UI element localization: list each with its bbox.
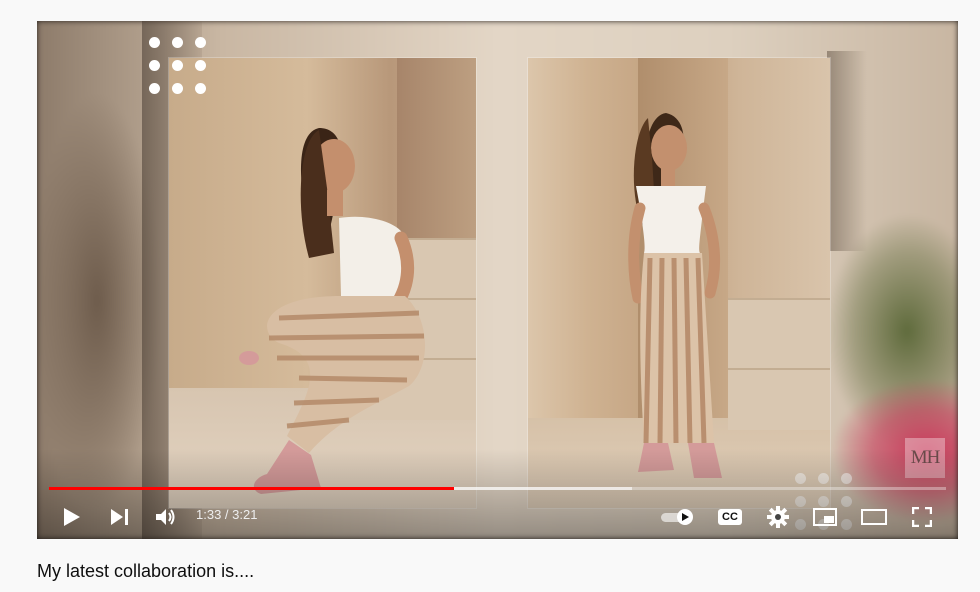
fullscreen-icon xyxy=(912,507,932,527)
play-icon xyxy=(64,508,80,526)
next-button[interactable] xyxy=(105,499,135,535)
time-separator: / xyxy=(221,507,233,522)
volume-icon xyxy=(156,509,175,525)
miniplayer-icon xyxy=(813,508,837,526)
autoplay-toggle-icon xyxy=(661,509,693,525)
next-icon xyxy=(111,509,128,525)
captions-icon: CC xyxy=(718,509,742,525)
dot xyxy=(195,83,206,94)
time-display: 1:33 / 3:21 xyxy=(196,507,257,522)
dot xyxy=(172,37,183,48)
dot xyxy=(149,83,160,94)
photo-standing-woman xyxy=(528,58,830,508)
dot xyxy=(172,60,183,71)
captions-button[interactable]: CC xyxy=(716,499,744,535)
video-player[interactable]: MH 1:33 / 3:21 CC xyxy=(37,21,958,539)
autoplay-toggle[interactable] xyxy=(660,499,698,535)
volume-button[interactable] xyxy=(151,499,181,535)
fullscreen-button[interactable] xyxy=(907,499,937,535)
theater-mode-icon xyxy=(861,509,887,525)
settings-button[interactable] xyxy=(765,499,791,535)
theater-mode-button[interactable] xyxy=(859,499,889,535)
progress-played xyxy=(49,487,455,490)
play-button[interactable] xyxy=(57,499,87,535)
photo-seated-woman xyxy=(169,58,476,508)
dot xyxy=(149,60,160,71)
dot xyxy=(172,83,183,94)
gear-icon xyxy=(767,506,789,528)
duration: 3:21 xyxy=(232,507,258,522)
background-pillar xyxy=(827,51,867,251)
standing-woman-figure xyxy=(628,113,722,478)
video-caption: My latest collaboration is.... xyxy=(37,561,255,581)
dot xyxy=(149,37,160,48)
decorative-dots xyxy=(149,37,206,94)
dot xyxy=(195,60,206,71)
current-time: 1:33 xyxy=(196,507,222,522)
dot xyxy=(195,37,206,48)
progress-bar[interactable] xyxy=(49,487,946,490)
miniplayer-button[interactable] xyxy=(811,499,839,535)
seated-woman-figure xyxy=(239,128,426,494)
